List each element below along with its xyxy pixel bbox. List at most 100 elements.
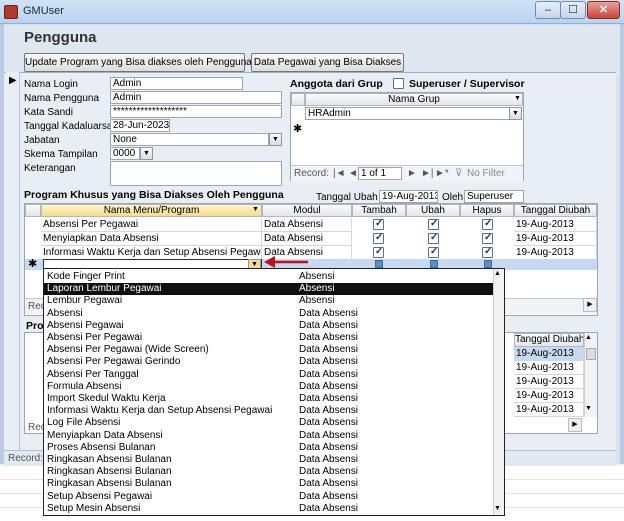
- kata-sandi-field[interactable]: *******************: [110, 105, 282, 118]
- record-position-field[interactable]: 1 of 1: [358, 167, 402, 180]
- oleh-label: Oleh: [442, 192, 464, 203]
- table-row-tanggal[interactable]: 19-Aug-2013: [514, 361, 584, 375]
- table-row-tanggal[interactable]: 19-Aug-2013: [514, 347, 584, 361]
- dropdown-list-item[interactable]: Lembur Pegawai Absensi: [44, 295, 494, 307]
- program-column-nama[interactable]: Nama Menu/Program: [41, 204, 262, 217]
- jabatan-combo[interactable]: None: [110, 133, 269, 146]
- dropdown-list-item[interactable]: Absensi Per Pegawai (Wide Screen) Data Ab…: [44, 344, 494, 356]
- program-column-modul[interactable]: Modul: [262, 204, 352, 217]
- grup-row-value[interactable]: HRAdmin: [305, 107, 510, 120]
- hapus-checkbox[interactable]: [482, 218, 493, 230]
- close-button[interactable]: ✕: [587, 1, 620, 19]
- dropdown-item-module: Absensi: [299, 271, 335, 282]
- dropdown-list-item[interactable]: Absensi Per Pegawai Gerindo Data Absensi: [44, 356, 494, 368]
- table-row-modul[interactable]: Data Absensi: [262, 218, 352, 232]
- grup-sort-icon[interactable]: ▼: [514, 95, 521, 102]
- grup-row-dropdown-icon[interactable]: ▼: [509, 107, 522, 120]
- dropdown-item-name: Absensi Per Tanggal: [47, 368, 139, 380]
- program-nama-sort-icon[interactable]: ▼: [252, 206, 259, 213]
- tambah-checkbox[interactable]: [373, 232, 384, 244]
- minimize-button[interactable]: –: [535, 1, 561, 19]
- dropdown-list-item[interactable]: Kode Finger Print Absensi: [44, 271, 494, 283]
- dropdown-list-item[interactable]: Setup Mesin Absensi Data Absensi: [44, 503, 494, 515]
- table-row-nama[interactable]: Informasi Waktu Kerja dan Setup Absensi …: [41, 246, 262, 260]
- superuser-checkbox[interactable]: [393, 78, 404, 89]
- dropdown-scroll-down-icon[interactable]: ▼: [494, 505, 501, 512]
- scroll-thumb[interactable]: [586, 348, 596, 360]
- program-dropdown-list[interactable]: Kode Finger Print Absensi Laporan Lembur P…: [43, 268, 505, 516]
- hapus-checkbox[interactable]: [482, 246, 493, 258]
- dropdown-list-item[interactable]: Formula Absensi Data Absensi: [44, 381, 494, 393]
- dropdown-scrollbar[interactable]: [493, 269, 504, 515]
- ubah-checkbox[interactable]: [428, 232, 439, 244]
- table-row-tanggal[interactable]: 19-Aug-2013: [514, 232, 597, 246]
- program-column-tanggal[interactable]: Tanggal Diubah: [514, 204, 597, 217]
- scroll-down-icon[interactable]: ▼: [585, 405, 592, 412]
- first-record-button[interactable]: |◄: [333, 168, 346, 179]
- dropdown-list-item[interactable]: Absensi Per Pegawai Data Absensi: [44, 332, 494, 344]
- dropdown-item-name: Kode Finger Print: [47, 271, 125, 282]
- table-row-nama[interactable]: Absensi Per Pegawai: [41, 218, 262, 232]
- no-filter-button[interactable]: No Filter: [467, 168, 505, 179]
- dropdown-list-item[interactable]: Import Skedul Waktu Kerja Data Absensi: [44, 393, 494, 405]
- tanggal-kadaluarsa-field[interactable]: 28-Jun-2023: [110, 119, 170, 132]
- filter-icon[interactable]: ⊽: [455, 168, 462, 179]
- data-pegawai-button[interactable]: Data Pegawai yang Bisa Diakses: [251, 53, 404, 72]
- program2-scroll-right-icon[interactable]: ▶: [568, 418, 582, 432]
- ubah-checkbox[interactable]: [428, 246, 439, 258]
- program-column-ubah[interactable]: Ubah: [406, 204, 460, 217]
- hapus-new-checkbox[interactable]: [484, 260, 492, 268]
- skema-tampilan-combo[interactable]: 0000: [110, 147, 140, 160]
- tambah-checkbox[interactable]: [373, 246, 384, 258]
- grup-column-header[interactable]: Nama Grup: [305, 93, 523, 106]
- maximize-button[interactable]: ☐: [560, 1, 586, 19]
- keterangan-field[interactable]: [110, 161, 282, 186]
- table-row-tanggal[interactable]: 19-Aug-2013: [514, 218, 597, 232]
- table-row-tanggal[interactable]: 19-Aug-2013: [514, 375, 584, 389]
- dropdown-list-item[interactable]: Ringkasan Absensi Bulanan Data Absensi: [44, 454, 494, 466]
- program-column-hapus[interactable]: Hapus: [460, 204, 514, 217]
- dropdown-item-name: Menyiapkan Data Absensi: [47, 429, 163, 441]
- dropdown-list-item[interactable]: Absensi Data Absensi: [44, 308, 494, 320]
- record-selector[interactable]: [6, 72, 20, 452]
- oleh-field[interactable]: Superuser: [464, 190, 524, 203]
- grup-select-all[interactable]: [291, 93, 305, 106]
- dropdown-item-module: Data Absensi: [299, 502, 358, 514]
- scroll-up-icon[interactable]: ▲: [585, 334, 592, 341]
- scroll-right-icon[interactable]: ▶: [583, 298, 597, 312]
- last-record-button[interactable]: ►|: [421, 168, 434, 179]
- ubah-checkbox[interactable]: [428, 218, 439, 230]
- tanggal-ubah-field[interactable]: 19-Aug-2013: [379, 190, 438, 203]
- dropdown-list-item[interactable]: Laporan Lembur Pegawai Absensi: [44, 283, 494, 296]
- dropdown-scroll-up-icon[interactable]: ▲: [494, 270, 501, 277]
- program-select-all[interactable]: [25, 204, 41, 217]
- dropdown-list-item[interactable]: Proses Absensi Bulanan Data Absensi: [44, 442, 494, 454]
- next-record-button[interactable]: ►: [407, 168, 417, 179]
- table-row-tanggal[interactable]: 19-Aug-2013: [514, 389, 584, 403]
- tambah-new-checkbox[interactable]: [375, 260, 383, 268]
- table-row-modul[interactable]: Data Absensi: [262, 232, 352, 246]
- hapus-checkbox[interactable]: [482, 232, 493, 244]
- dropdown-list-item[interactable]: Absensi Pegawai Data Absensi: [44, 320, 494, 332]
- tambah-checkbox[interactable]: [373, 218, 384, 230]
- dropdown-list-item[interactable]: Setup Absensi Pegawai Data Absensi: [44, 491, 494, 503]
- nama-pengguna-field[interactable]: Admin: [110, 91, 282, 104]
- table-row-nama[interactable]: Menyiapkan Data Absensi: [41, 232, 262, 246]
- table-row-tanggal[interactable]: 19-Aug-2013: [514, 403, 584, 417]
- dropdown-list-item[interactable]: Log File Absensi Data Absensi: [44, 417, 494, 429]
- program-column-tambah[interactable]: Tambah: [352, 204, 406, 217]
- skema-tampilan-dropdown-icon[interactable]: ▼: [140, 147, 153, 160]
- table-row-tanggal[interactable]: 19-Aug-2013: [514, 246, 597, 260]
- dropdown-list-item[interactable]: Menyiapkan Data Absensi Data Absensi: [44, 430, 494, 442]
- jabatan-dropdown-icon[interactable]: ▼: [269, 133, 282, 146]
- dropdown-list-item[interactable]: Ringkasan Absensi Bulanan Data Absensi: [44, 466, 494, 478]
- prev-record-button[interactable]: ◄: [348, 168, 358, 179]
- dropdown-list-item[interactable]: Informasi Waktu Kerja dan Setup Absensi …: [44, 405, 494, 417]
- update-program-button[interactable]: Update Program yang Bisa diakses oleh Pe…: [24, 53, 252, 72]
- nama-login-field[interactable]: Admin: [110, 77, 243, 90]
- program2-column-tanggal[interactable]: Tanggal Diubah: [514, 333, 584, 347]
- new-record-button[interactable]: ►*: [435, 168, 449, 179]
- ubah-new-checkbox[interactable]: [430, 260, 438, 268]
- dropdown-list-item[interactable]: Ringkasan Absensi Bulanan Data Absensi: [44, 478, 494, 490]
- dropdown-list-item[interactable]: Absensi Per Tanggal Data Absensi: [44, 369, 494, 381]
